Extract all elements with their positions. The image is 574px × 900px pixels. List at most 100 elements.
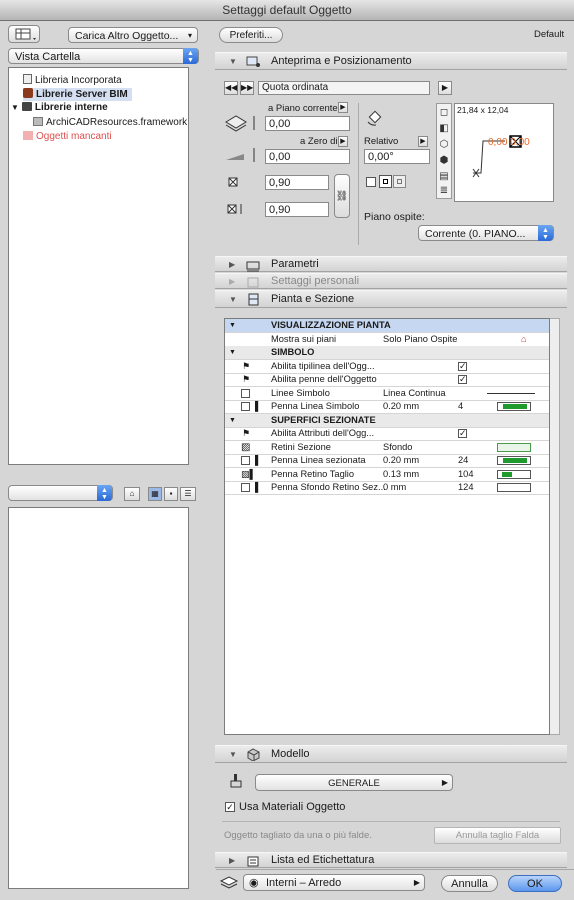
section-model[interactable]: ▼ Modello: [215, 745, 567, 763]
table-row[interactable]: ▌ Penna Sfondo Retino Sez... 0 mm 124: [225, 481, 549, 495]
row-number: 104: [458, 468, 474, 479]
mirror-off-checkbox[interactable]: [366, 177, 376, 187]
table-row[interactable]: ▌ Penna Linea sezionata 0.20 mm 24: [225, 454, 549, 468]
library-item-label: ArchiCADResources.framework: [46, 117, 188, 128]
side-view-icon[interactable]: ◧: [437, 122, 451, 136]
coord-readout: 0,00 0,00: [488, 137, 530, 148]
row-label: Penna Linea Simbolo: [271, 401, 360, 411]
layer-select[interactable]: ◉ Interni – Arredo ▶: [243, 874, 425, 891]
pen-color-swatch[interactable]: [497, 469, 531, 479]
cancel-button[interactable]: Annulla: [441, 875, 498, 892]
enable-checkbox[interactable]: ✓: [458, 429, 467, 438]
table-row[interactable]: ⚑ Abilita tipilinea dell'Ogg... ✓: [225, 360, 549, 374]
list-item[interactable]: Libreria Incorporata: [23, 74, 122, 87]
width-icon: [226, 175, 240, 189]
rotation-icon: [366, 108, 384, 126]
table-row[interactable]: ▌ Penna Linea Simbolo 0.20 mm 4: [225, 400, 549, 414]
window-title: Settaggi default Oggetto: [0, 0, 574, 21]
row-checkbox[interactable]: [241, 483, 250, 492]
to-current-story-field[interactable]: 0,00: [265, 116, 350, 131]
row-checkbox[interactable]: [241, 402, 250, 411]
angle-field[interactable]: 0,00°: [364, 149, 430, 164]
arrow-right-icon[interactable]: ▶: [338, 102, 348, 113]
folder-up-icon[interactable]: ⌂: [124, 487, 140, 501]
section-preview[interactable]: ▼ Anteprima e Posizionamento: [215, 52, 567, 70]
to-zero-field[interactable]: 0,00: [265, 149, 350, 164]
undo-cut-button[interactable]: Annulla taglio Falda: [434, 827, 561, 844]
table-row[interactable]: ▼ VISUALIZZAZIONE PIANTA: [225, 319, 549, 333]
row-label: Abilita penne dell'Oggetto: [271, 374, 377, 384]
row-checkbox[interactable]: [241, 456, 250, 465]
pen-color-swatch[interactable]: [497, 456, 531, 465]
section-floor-plan[interactable]: ▼ Pianta e Sezione: [215, 290, 567, 308]
enable-checkbox[interactable]: ✓: [458, 361, 467, 371]
arrow-right-icon[interactable]: ▶: [418, 136, 428, 147]
ok-button[interactable]: OK: [508, 875, 562, 892]
table-row[interactable]: ▼ SIMBOLO: [225, 346, 549, 360]
depth-field[interactable]: 0,90: [265, 202, 329, 217]
row-value: Solo Piano Ospite: [383, 333, 458, 344]
object-preview-list[interactable]: [8, 507, 189, 889]
table-row[interactable]: ▼ SUPERFICI SEZIONATE: [225, 413, 549, 428]
favorites-button[interactable]: Preferiti...: [219, 27, 283, 43]
chain-link-icon[interactable]: ⛓: [334, 174, 350, 218]
depth-icon: [226, 202, 246, 216]
section-parameters[interactable]: ▶ Parametri: [215, 256, 567, 272]
small-icons-view-icon[interactable]: ▪: [164, 487, 178, 501]
plan-view-icon[interactable]: ◻: [437, 106, 451, 120]
3d-view-icon[interactable]: ⬢: [437, 154, 451, 168]
table-row[interactable]: Mostra sui piani Solo Piano Ospite ⌂: [225, 333, 549, 347]
row-checkbox[interactable]: [241, 388, 250, 398]
list-item[interactable]: ▼ Librerie interne: [11, 102, 108, 114]
view-mode-select[interactable]: Vista Cartella ▲ ▼: [8, 48, 199, 64]
row-label: Abilita tipilinea dell'Ogg...: [271, 360, 375, 371]
stepper-icon: ▲ ▼: [183, 48, 198, 64]
fill-swatch[interactable]: [497, 442, 531, 452]
axon-view-icon[interactable]: ⬡: [437, 138, 451, 152]
grid-scrollbar[interactable]: [550, 318, 560, 735]
mirror-alt-icon[interactable]: [393, 175, 406, 188]
pen-color-swatch[interactable]: [497, 483, 531, 492]
list-item[interactable]: Librerie Server BIM: [23, 88, 132, 101]
width-field[interactable]: 0,90: [265, 175, 329, 190]
view-toggle-button[interactable]: [8, 25, 40, 43]
section-listing[interactable]: ▶ Lista ed Etichettatura: [215, 852, 567, 868]
library-item-label: Librerie interne: [34, 102, 108, 113]
row-label: Penna Sfondo Retino Sez...: [271, 482, 386, 492]
floor-plan-icon: [245, 293, 261, 306]
list-item[interactable]: Oggetti mancanti: [23, 131, 112, 143]
large-icons-view-icon[interactable]: ▦: [148, 487, 162, 501]
enable-checkbox[interactable]: ✓: [458, 375, 467, 384]
pen-color-swatch[interactable]: [497, 402, 531, 411]
line-type-preview: [487, 392, 535, 394]
list-item[interactable]: ArchiCADResources.framework: [33, 117, 187, 129]
table-row[interactable]: ▨ Retini Sezione Sfondo: [225, 441, 549, 455]
section-view-icon[interactable]: ▤: [437, 170, 451, 184]
object-preview[interactable]: 21,84 x 12,04 0,00 0,00: [454, 103, 554, 202]
table-row[interactable]: Linee Simbolo Linea Continua: [225, 387, 549, 401]
arrow-right-icon[interactable]: ▶: [338, 136, 348, 147]
use-materials-checkbox[interactable]: ✓: [225, 802, 235, 812]
section-title: Lista ed Etichettatura: [271, 854, 375, 866]
list-view-icon[interactable]: ☰: [180, 487, 196, 501]
section-title: Pianta e Sezione: [271, 293, 355, 305]
mirror-icon[interactable]: [379, 175, 392, 188]
section-custom-settings[interactable]: ▶ Settaggi personali: [215, 273, 567, 289]
list-view-icon[interactable]: ≣: [437, 184, 451, 198]
filter-select[interactable]: ▲ ▼: [8, 485, 113, 501]
lock-icon: ⌂: [521, 333, 527, 344]
elevation-mode-field[interactable]: Quota ordinata: [258, 81, 430, 95]
surface-select[interactable]: GENERALE ▶: [255, 774, 453, 791]
property-grid[interactable]: ▼ VISUALIZZAZIONE PIANTA Mostra sui piani S…: [224, 318, 550, 735]
table-row[interactable]: ⚑ Abilita penne dell'Oggetto ✓: [225, 373, 549, 387]
library-tree[interactable]: Libreria Incorporata Librerie Server BIM…: [8, 67, 189, 465]
previous-icon[interactable]: ◀◀: [224, 81, 238, 95]
arrow-right-icon[interactable]: ▶: [438, 81, 452, 95]
next-icon[interactable]: ▶▶: [240, 81, 254, 95]
host-story-select[interactable]: Corrente (0. PIANO... ▲ ▼: [418, 225, 554, 241]
eye-icon: ◉: [249, 877, 259, 889]
table-row[interactable]: ⚑ Abilita Attributi dell'Ogg... ✓: [225, 427, 549, 441]
pen-icon: ▌: [255, 455, 262, 465]
load-object-button[interactable]: Carica Altro Oggetto... ▾: [68, 27, 198, 43]
table-row[interactable]: ▧▌ Penna Retino Taglio 0.13 mm 104: [225, 468, 549, 482]
